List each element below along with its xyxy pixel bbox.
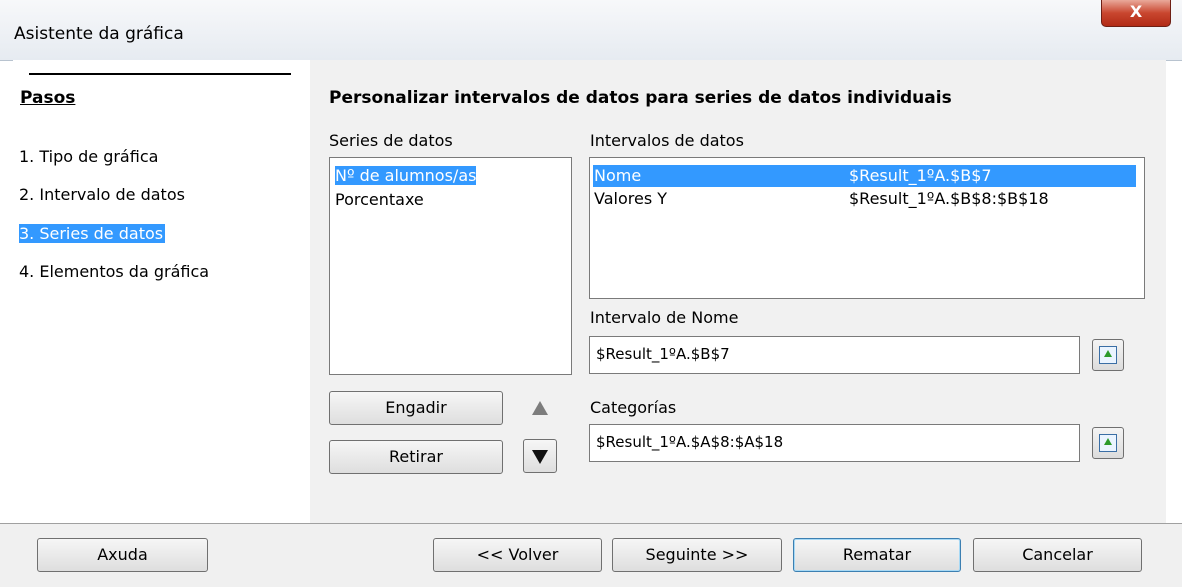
remove-series-button[interactable]: Retirar: [329, 440, 503, 474]
series-list[interactable]: Nº de alumnos/as Porcentaxe: [329, 157, 572, 375]
help-button[interactable]: Axuda: [37, 538, 208, 572]
steps-divider: [29, 73, 291, 75]
categories-select-button[interactable]: [1092, 427, 1124, 459]
range-row[interactable]: Valores Y $Result_1ºA.$B$8:$B$18: [593, 188, 1136, 210]
name-range-label: Intervalo de Nome: [590, 308, 739, 327]
name-range-input[interactable]: [590, 337, 1067, 371]
page-title: Personalizar intervalos de datos para se…: [329, 88, 952, 108]
name-range-select-button[interactable]: [1092, 339, 1124, 371]
series-item[interactable]: Porcentaxe: [335, 190, 424, 209]
shrink-range-icon: [1099, 346, 1117, 364]
title-bar: Asistente da gráfica X: [0, 0, 1182, 61]
categories-field[interactable]: [589, 424, 1080, 462]
finish-button[interactable]: Rematar: [793, 538, 961, 572]
close-button[interactable]: X: [1101, 0, 1171, 27]
next-button[interactable]: Seguinte >>: [612, 538, 782, 572]
back-button[interactable]: << Volver: [433, 538, 602, 572]
add-series-button[interactable]: Engadir: [329, 391, 503, 425]
move-up-button[interactable]: [523, 391, 557, 425]
steps-heading: Pasos: [20, 88, 76, 108]
range-row[interactable]: Nome $Result_1ºA.$B$7: [593, 165, 1136, 187]
range-name: Nome: [594, 166, 642, 185]
categories-input[interactable]: [590, 425, 1067, 459]
range-name: Valores Y: [594, 189, 668, 208]
step-data-series[interactable]: 3. Series de datos: [19, 224, 166, 243]
categories-label: Categorías: [590, 398, 677, 417]
step-chart-elements[interactable]: 4. Elementos da gráfica: [19, 262, 209, 281]
close-icon: X: [1129, 2, 1143, 21]
move-down-button[interactable]: [523, 439, 557, 473]
ranges-list[interactable]: Nome $Result_1ºA.$B$7 Valores Y $Result_…: [589, 157, 1145, 299]
range-value: $Result_1ºA.$B$8:$B$18: [849, 189, 1049, 208]
series-label: Series de datos: [329, 131, 453, 150]
triangle-down-icon: [532, 450, 548, 464]
window-title: Asistente da gráfica: [14, 24, 184, 44]
series-item[interactable]: Nº de alumnos/as: [335, 166, 477, 185]
steps-pane: [13, 60, 310, 523]
ranges-label: Intervalos de datos: [590, 131, 744, 150]
name-range-field[interactable]: [589, 336, 1080, 374]
cancel-button[interactable]: Cancelar: [973, 538, 1142, 572]
triangle-up-icon: [532, 401, 548, 415]
shrink-range-icon: [1099, 434, 1117, 452]
step-data-range[interactable]: 2. Intervalo de datos: [19, 185, 185, 204]
step-chart-type[interactable]: 1. Tipo de gráfica: [19, 147, 158, 166]
range-value: $Result_1ºA.$B$7: [849, 166, 992, 185]
